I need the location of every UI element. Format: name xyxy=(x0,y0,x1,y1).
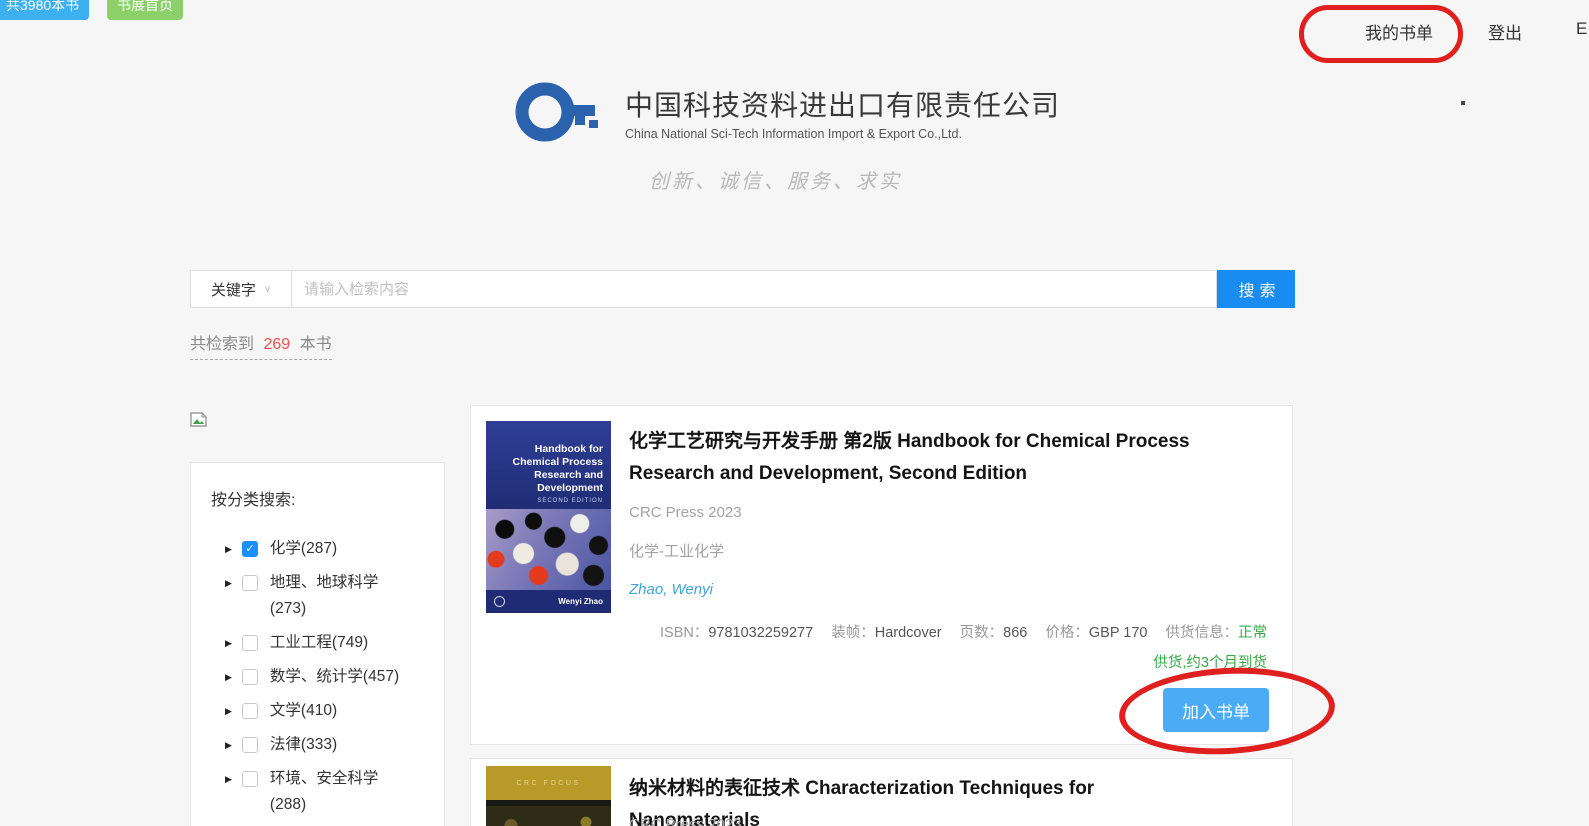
category-sidebar: 按分类搜索: ▶ ✓ 化学(287) ▶ ✓ 地理、地球科学(273) ▶ ✓ … xyxy=(190,462,445,826)
cover-title: Handbook for Chemical Process Research a… xyxy=(496,443,603,495)
search-button[interactable]: 搜索 xyxy=(1217,270,1295,308)
category-label[interactable]: 环境、安全科学(288) xyxy=(270,766,412,818)
book-author-link[interactable]: Zhao, Wenyi xyxy=(629,581,1209,598)
result-suffix: 本书 xyxy=(300,336,332,353)
supply-status: 正常 xyxy=(1238,625,1267,641)
caret-right-icon[interactable]: ▶ xyxy=(225,672,232,683)
book-title[interactable]: 化学工艺研究与开发手册 第2版 Handbook for Chemical Pr… xyxy=(629,426,1209,490)
result-prefix: 共检索到 xyxy=(190,336,254,353)
company-name-en: China National Sci-Tech Information Impo… xyxy=(625,127,1060,141)
cover-molecule-art xyxy=(486,509,611,590)
pages-label: 页数： xyxy=(960,625,1004,641)
company-name-cn: 中国科技资料进出口有限责任公司 xyxy=(625,84,1060,124)
category-label[interactable]: 化学(287) xyxy=(270,536,337,562)
checkmark-icon: ✓ xyxy=(245,544,254,555)
category-list: ▶ ✓ 化学(287) ▶ ✓ 地理、地球科学(273) ▶ ✓ 工业工程(74… xyxy=(225,536,444,818)
category-label[interactable]: 工业工程(749) xyxy=(270,630,368,656)
price-value: GBP 170 xyxy=(1089,625,1148,641)
book-card: Handbook for Chemical Process Research a… xyxy=(470,405,1293,745)
category-checkbox[interactable]: ✓ xyxy=(242,575,258,591)
company-logo: 中国科技资料进出口有限责任公司 China National Sci-Tech … xyxy=(515,76,1060,148)
caret-right-icon[interactable]: ▶ xyxy=(225,774,232,785)
caret-right-icon[interactable]: ▶ xyxy=(225,740,232,751)
price-label: 价格： xyxy=(1045,625,1089,641)
isbn-label: ISBN： xyxy=(660,625,708,641)
book-specs: ISBN：9781032259277 装帧：Hardcover 页数：866 价… xyxy=(629,621,1267,672)
category-item-chemistry[interactable]: ▶ ✓ 化学(287) xyxy=(225,536,444,562)
category-item-geography[interactable]: ▶ ✓ 地理、地球科学(273) xyxy=(225,570,444,622)
category-checkbox[interactable]: ✓ xyxy=(242,771,258,787)
category-checkbox[interactable]: ✓ xyxy=(242,737,258,753)
caret-right-icon[interactable]: ▶ xyxy=(225,706,232,717)
book-publisher: CRC Press 2023 xyxy=(629,816,742,826)
search-type-select[interactable]: 关键字 ∨ xyxy=(190,270,292,308)
category-item-law[interactable]: ▶ ✓ 法律(333) xyxy=(225,732,444,758)
add-to-booklist-button[interactable]: 加入书单 xyxy=(1163,688,1269,732)
cover-art xyxy=(486,806,611,826)
broken-image-icon xyxy=(190,412,207,431)
chevron-down-icon: ∨ xyxy=(264,284,271,295)
binding-value: Hardcover xyxy=(875,625,942,641)
company-slogan: 创新、诚信、服务、求实 xyxy=(649,165,902,194)
category-item-environment-safety[interactable]: ▶ ✓ 环境、安全科学(288) xyxy=(225,766,444,818)
expo-home-button[interactable]: 书展首页 xyxy=(107,0,183,20)
category-label[interactable]: 数学、统计学(457) xyxy=(270,664,399,690)
sidebar-title: 按分类搜索: xyxy=(211,486,444,510)
caret-right-icon[interactable]: ▶ xyxy=(225,638,232,649)
book-cover-image[interactable]: CRC FOCUS xyxy=(486,766,611,826)
pages-value: 866 xyxy=(1003,625,1027,641)
result-count: 269 xyxy=(263,336,290,353)
total-books-button[interactable]: 共3980本书 xyxy=(0,0,89,20)
category-label[interactable]: 文学(410) xyxy=(270,698,337,724)
search-input[interactable] xyxy=(292,270,1217,308)
isbn-value: 9781032259277 xyxy=(708,625,813,641)
search-type-label: 关键字 xyxy=(211,279,256,300)
caret-right-icon[interactable]: ▶ xyxy=(225,544,232,555)
book-card: CRC FOCUS 纳米材料的表征技术 Characterization Tec… xyxy=(470,758,1293,826)
cover-author: Wenyi Zhao xyxy=(558,597,603,606)
category-checkbox[interactable]: ✓ xyxy=(242,541,258,557)
category-label[interactable]: 地理、地球科学(273) xyxy=(270,570,412,622)
result-count-line: 共检索到 269 本书 xyxy=(190,330,332,360)
category-label[interactable]: 法律(333) xyxy=(270,732,337,758)
caret-right-icon[interactable]: ▶ xyxy=(225,578,232,589)
category-item-literature[interactable]: ▶ ✓ 文学(410) xyxy=(225,698,444,724)
annotation-circle-my-booklist xyxy=(1299,5,1463,63)
category-checkbox[interactable]: ✓ xyxy=(242,635,258,651)
stray-dot xyxy=(1461,101,1465,105)
key-logo-icon xyxy=(515,76,599,148)
logout-link[interactable]: 登出 xyxy=(1488,19,1522,44)
supply-label: 供货信息： xyxy=(1166,625,1239,641)
category-item-math-statistics[interactable]: ▶ ✓ 数学、统计学(457) xyxy=(225,664,444,690)
book-cover-image[interactable]: Handbook for Chemical Process Research a… xyxy=(486,421,611,613)
cover-edition: SECOND EDITION xyxy=(496,498,603,504)
book-publisher: CRC Press 2023 xyxy=(629,504,1209,521)
book-expo-page: 共3980本书 书展首页 我的书单 登出 E 中国科技资料进出口有限责任公司 C… xyxy=(0,0,1589,826)
category-item-industrial-engineering[interactable]: ▶ ✓ 工业工程(749) xyxy=(225,630,444,656)
language-link[interactable]: E xyxy=(1576,19,1587,39)
supply-detail: 供货,约3个月到货 xyxy=(629,651,1267,672)
book-category: 化学-工业化学 xyxy=(629,540,1209,561)
binding-label: 装帧： xyxy=(831,625,875,641)
category-checkbox[interactable]: ✓ xyxy=(242,703,258,719)
search-bar: 关键字 ∨ 搜索 xyxy=(190,270,1295,308)
cover-series-label: CRC FOCUS xyxy=(516,780,580,787)
category-checkbox[interactable]: ✓ xyxy=(242,669,258,685)
publisher-logo-icon xyxy=(494,596,505,607)
